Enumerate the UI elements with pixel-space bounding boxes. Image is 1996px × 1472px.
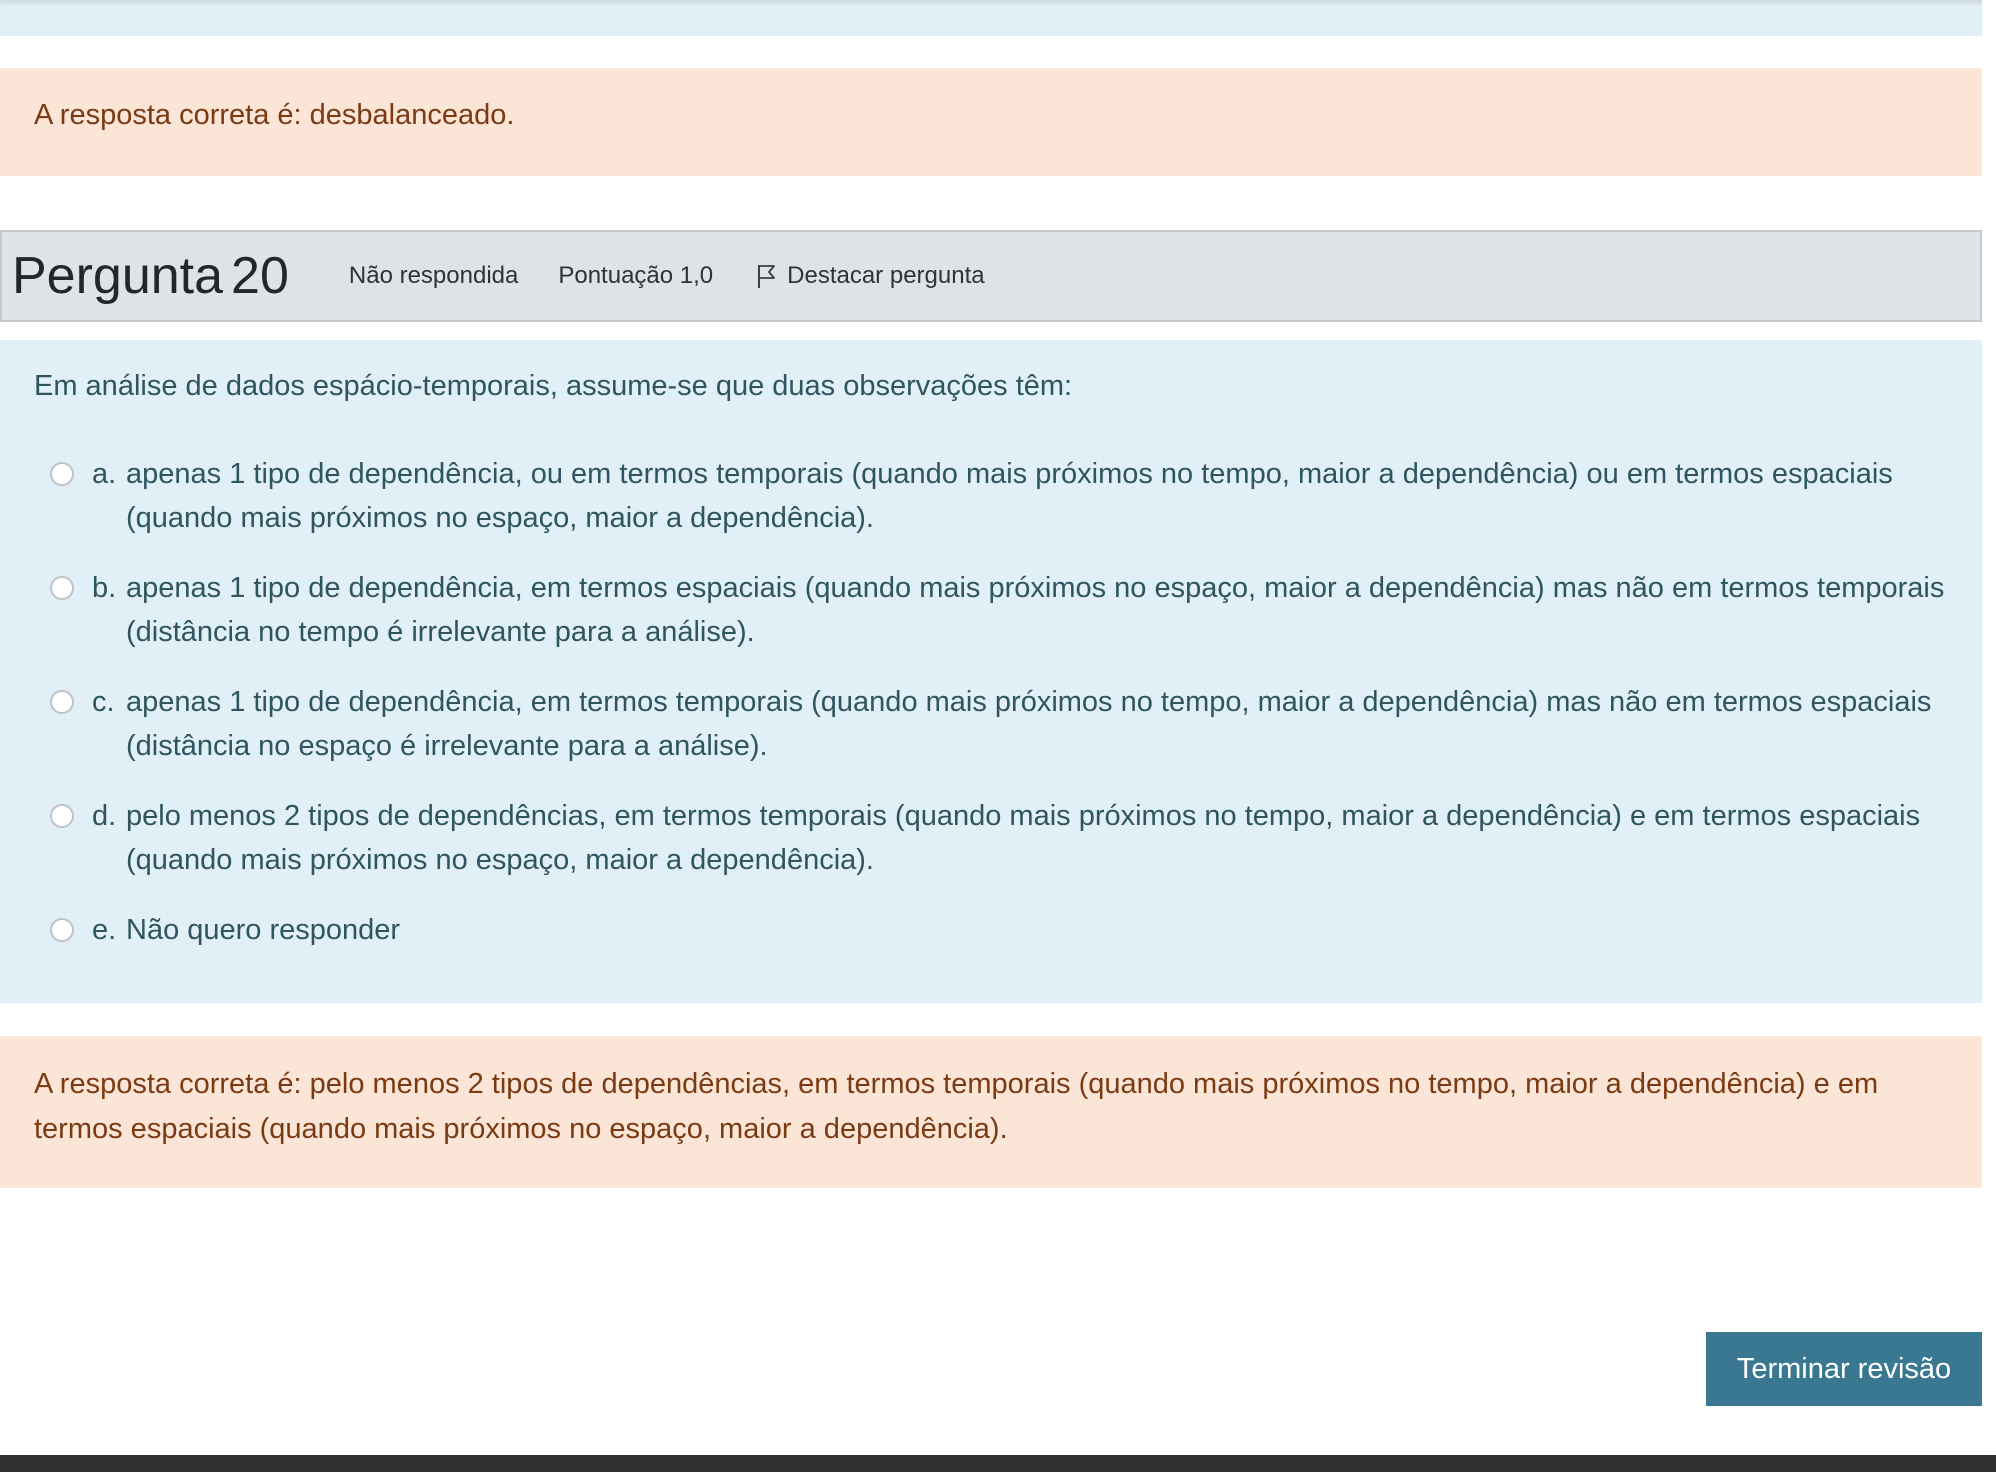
feedback-text: A resposta correta é: desbalanceado.: [34, 99, 515, 131]
question-header: Pergunta 20 Não respondida Pontuação 1,0 …: [0, 230, 1982, 322]
finish-review-button[interactable]: Terminar revisão: [1706, 1332, 1982, 1406]
question-number: 20: [231, 247, 289, 305]
question-score: Pontuação 1,0: [558, 262, 714, 289]
answer-text: pelo menos 2 tipos de dependências, em t…: [126, 800, 1921, 876]
answer-option-a[interactable]: a. apenas 1 tipo de dependência, ou em t…: [0, 452, 1982, 540]
question-status: Não respondida: [348, 262, 519, 289]
radio-button-a[interactable]: [50, 462, 74, 486]
question-label: Pergunta: [12, 247, 224, 305]
answer-option-b[interactable]: b. apenas 1 tipo de dependência, em term…: [0, 566, 1982, 654]
answer-text: apenas 1 tipo de dependência, em termos …: [126, 686, 1932, 762]
answer-letter: e.: [92, 914, 117, 946]
radio-button-b[interactable]: [50, 576, 74, 600]
feedback-text: A resposta correta é: pelo menos 2 tipos…: [34, 1068, 1879, 1145]
answer-letter: d.: [92, 800, 117, 832]
flag-icon: [758, 265, 776, 288]
answer-letter: b.: [92, 572, 117, 604]
answer-text: apenas 1 tipo de dependência, ou em term…: [126, 458, 1893, 534]
answer-text: apenas 1 tipo de dependência, em termos …: [126, 572, 1945, 648]
radio-button-e[interactable]: [50, 918, 74, 942]
answer-option-d[interactable]: d. pelo menos 2 tipos de dependências, e…: [0, 794, 1982, 882]
correct-answer-feedback-previous: A resposta correta é: desbalanceado.: [0, 68, 1982, 176]
question-text: Em análise de dados espácio-temporais, a…: [34, 370, 1073, 402]
answer-text: Não quero responder: [126, 914, 401, 946]
radio-button-d[interactable]: [50, 804, 74, 828]
correct-answer-feedback: A resposta correta é: pelo menos 2 tipos…: [0, 1036, 1982, 1188]
answer-letter: a.: [92, 458, 117, 490]
question-content: Em análise de dados espácio-temporais, a…: [0, 340, 1982, 1003]
page-footer: [0, 1455, 1996, 1472]
quiz-review-page: A resposta correta é: desbalanceado. Per…: [0, 0, 1996, 1472]
answer-option-e[interactable]: e. Não quero responder: [0, 908, 1982, 952]
radio-button-c[interactable]: [50, 690, 74, 714]
answer-list: a. apenas 1 tipo de dependência, ou em t…: [0, 452, 1982, 978]
question-title: Pergunta 20: [12, 246, 289, 306]
flag-question-label: Destacar pergunta: [787, 262, 985, 289]
previous-question-panel-edge: [0, 0, 1982, 36]
answer-option-c[interactable]: c. apenas 1 tipo de dependência, em term…: [0, 680, 1982, 768]
answer-letter: c.: [92, 686, 115, 718]
flag-question-link[interactable]: Destacar pergunta: [755, 262, 985, 290]
